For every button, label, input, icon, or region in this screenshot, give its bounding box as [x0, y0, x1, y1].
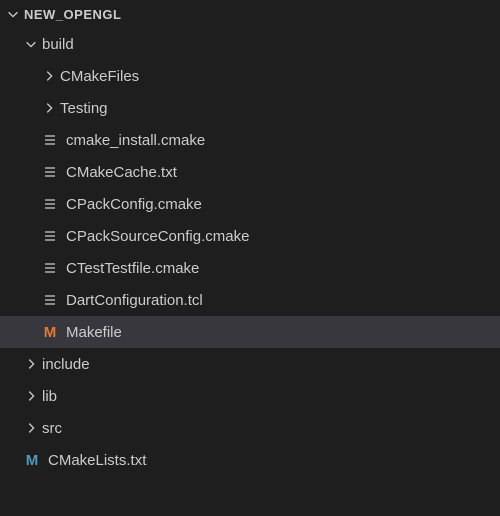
text-file-icon	[40, 194, 60, 214]
root-label: NEW_OPENGL	[24, 7, 121, 22]
text-file-icon	[40, 290, 60, 310]
file-cpacksourceconfig[interactable]: CPackSourceConfig.cmake	[0, 220, 500, 252]
tree-item-label: lib	[42, 388, 57, 405]
file-cmakecache[interactable]: CMakeCache.txt	[0, 156, 500, 188]
text-file-icon	[40, 130, 60, 150]
file-ctesttestfile[interactable]: CTestTestfile.cmake	[0, 252, 500, 284]
file-makefile[interactable]: M Makefile	[0, 316, 500, 348]
file-cpackconfig[interactable]: CPackConfig.cmake	[0, 188, 500, 220]
chevron-down-icon	[4, 5, 22, 23]
chevron-right-icon	[22, 387, 40, 405]
tree-item-label: Testing	[60, 100, 108, 117]
tree-item-label: CTestTestfile.cmake	[66, 260, 199, 277]
tree-item-label: CMakeCache.txt	[66, 164, 177, 181]
folder-cmakefiles[interactable]: CMakeFiles	[0, 60, 500, 92]
folder-lib[interactable]: lib	[0, 380, 500, 412]
tree-item-label: CPackConfig.cmake	[66, 196, 202, 213]
tree-item-label: CMakeFiles	[60, 68, 139, 85]
tree-item-label: CPackSourceConfig.cmake	[66, 228, 249, 245]
tree-item-label: include	[42, 356, 90, 373]
chevron-down-icon	[22, 35, 40, 53]
folder-build[interactable]: build	[0, 28, 500, 60]
file-cmake-install[interactable]: cmake_install.cmake	[0, 124, 500, 156]
text-file-icon	[40, 162, 60, 182]
text-file-icon	[40, 226, 60, 246]
tree-item-label: CMakeLists.txt	[48, 452, 146, 469]
tree-item-label: build	[42, 36, 74, 53]
file-explorer: NEW_OPENGL build CMakeFiles Testing cmak…	[0, 0, 500, 476]
file-dartconfiguration[interactable]: DartConfiguration.tcl	[0, 284, 500, 316]
chevron-right-icon	[22, 355, 40, 373]
file-cmakelists[interactable]: M CMakeLists.txt	[0, 444, 500, 476]
text-file-icon	[40, 258, 60, 278]
chevron-right-icon	[40, 67, 58, 85]
explorer-root[interactable]: NEW_OPENGL	[0, 0, 500, 28]
tree-item-label: cmake_install.cmake	[66, 132, 205, 149]
chevron-right-icon	[40, 99, 58, 117]
folder-include[interactable]: include	[0, 348, 500, 380]
folder-testing[interactable]: Testing	[0, 92, 500, 124]
tree-item-label: src	[42, 420, 62, 437]
chevron-right-icon	[22, 419, 40, 437]
makefile-icon: M	[40, 322, 60, 342]
tree-item-label: Makefile	[66, 324, 122, 341]
folder-src[interactable]: src	[0, 412, 500, 444]
tree-item-label: DartConfiguration.tcl	[66, 292, 203, 309]
cmake-icon: M	[22, 450, 42, 470]
